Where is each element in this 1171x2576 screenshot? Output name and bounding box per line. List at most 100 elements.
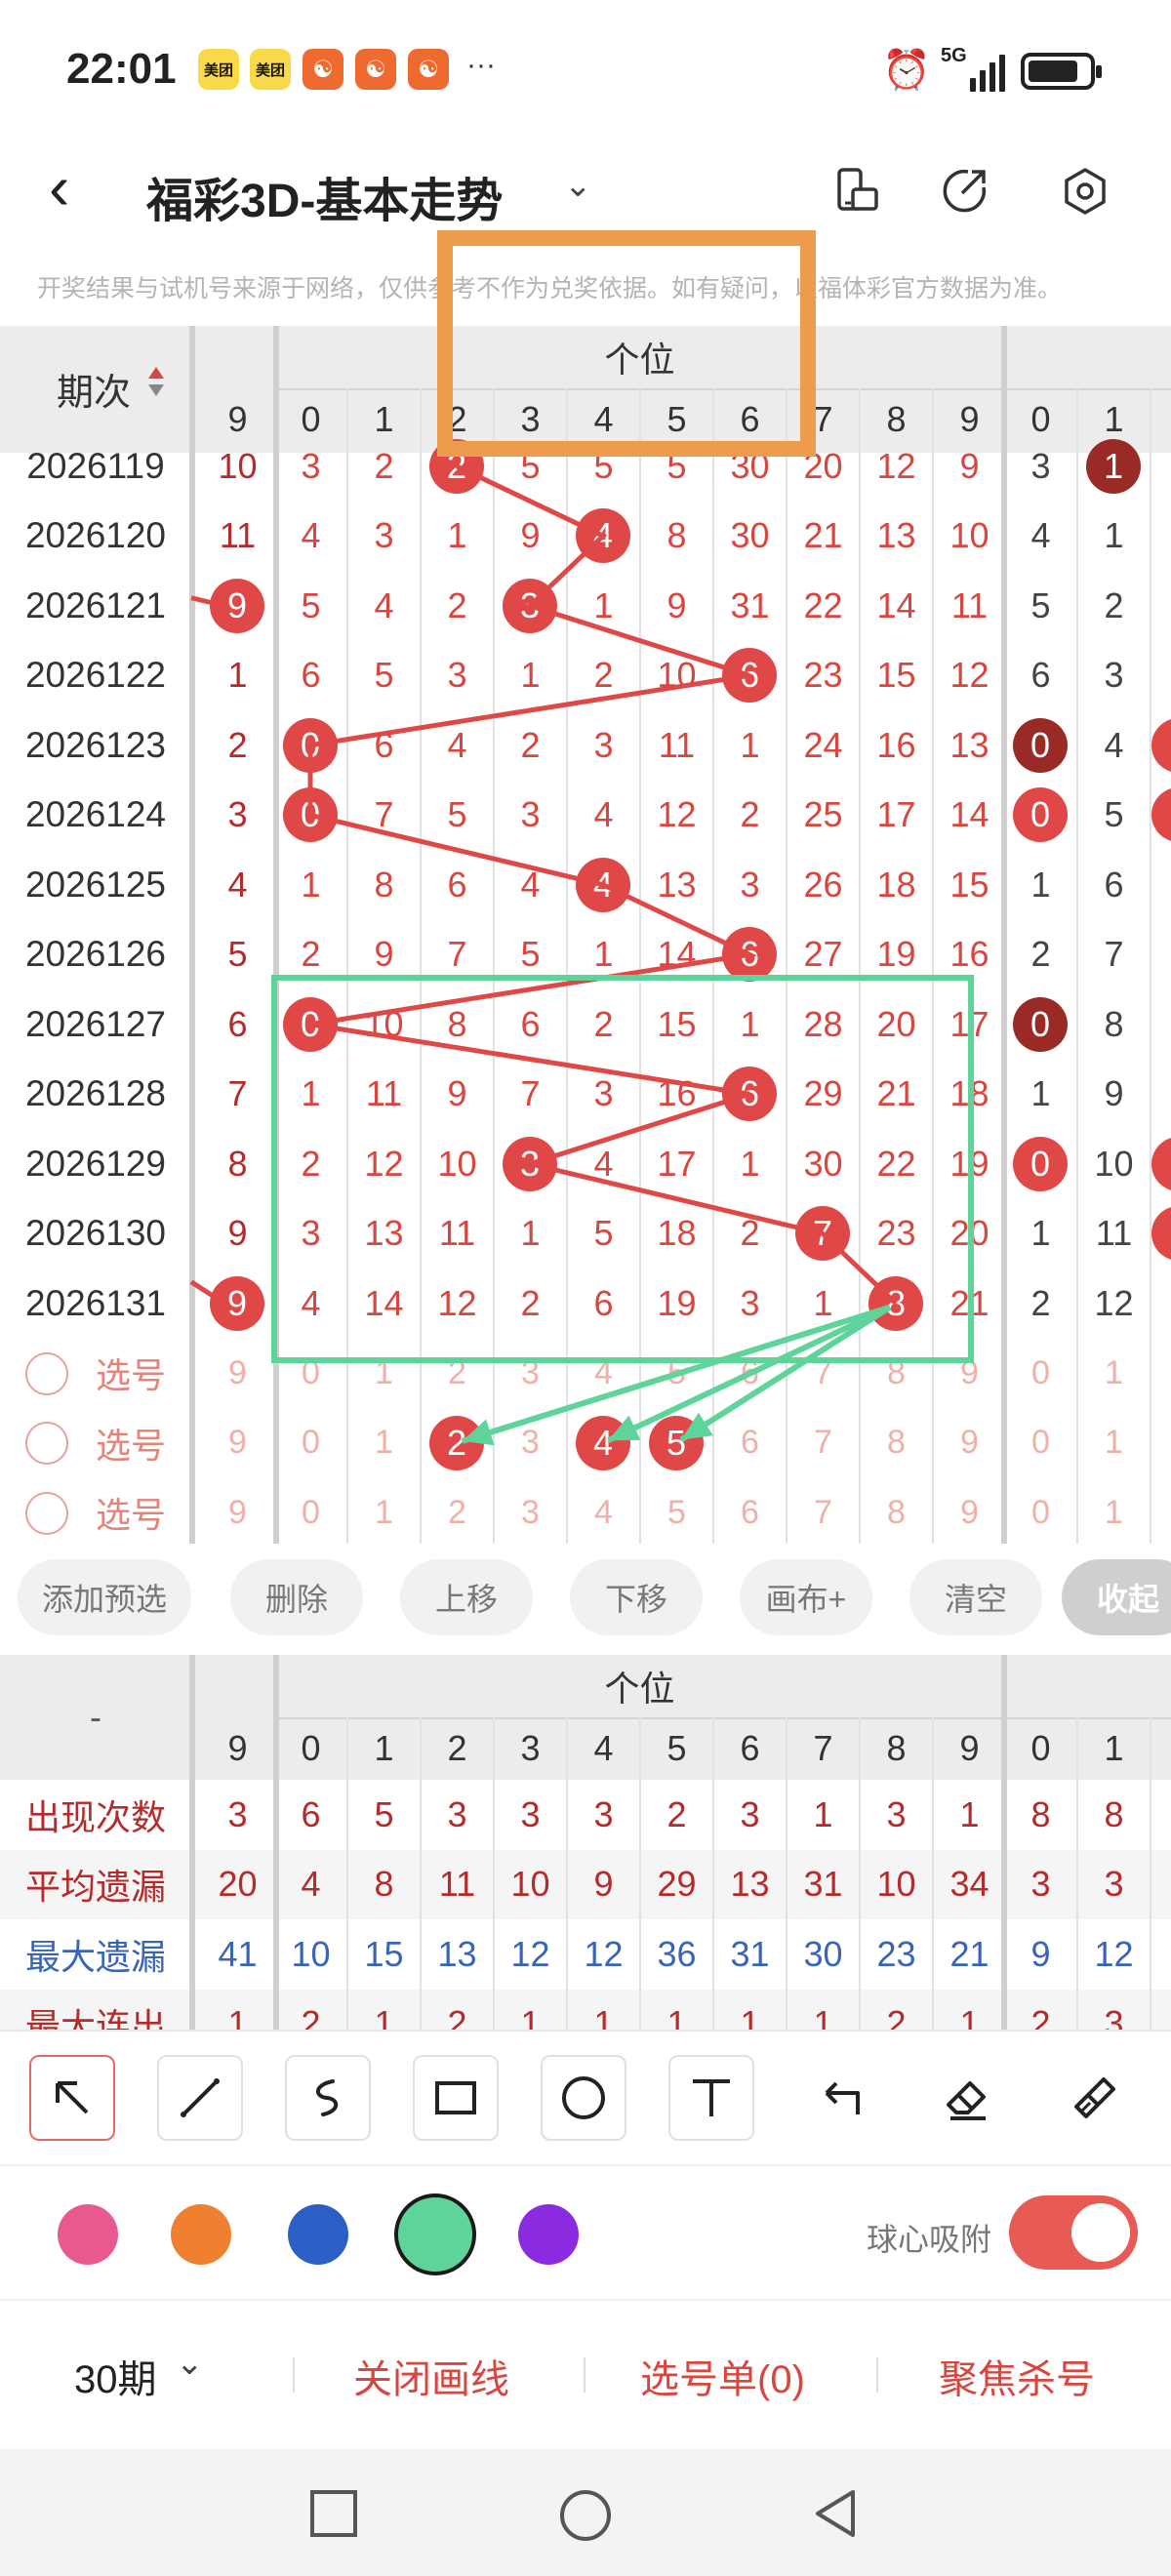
focus-kill-button[interactable]: 聚焦杀号 bbox=[939, 2348, 1095, 2404]
select-cell[interactable]: 1 bbox=[347, 1478, 421, 1545]
select-cell[interactable]: 1 bbox=[347, 1339, 421, 1409]
table-cell: 10 bbox=[949, 515, 989, 556]
select-cell[interactable]: 1 bbox=[1077, 1339, 1151, 1409]
chevron-down-icon[interactable]: ⌄ bbox=[176, 2344, 204, 2383]
circle-tool-icon[interactable] bbox=[541, 2055, 626, 2141]
grid-line bbox=[639, 388, 641, 1544]
select-cell[interactable]: 4 bbox=[567, 1478, 640, 1545]
color-swatch[interactable] bbox=[518, 2204, 579, 2265]
select-cell[interactable]: 9 bbox=[933, 1339, 1006, 1409]
table-cell: 21 bbox=[803, 515, 843, 556]
select-radio[interactable] bbox=[25, 1422, 68, 1465]
grid-line bbox=[786, 388, 787, 1544]
delete-button[interactable]: 删除 bbox=[230, 1559, 363, 1635]
table-cell: 5 bbox=[374, 655, 394, 696]
select-cell[interactable]: 0 bbox=[1004, 1478, 1077, 1545]
table-cell: 27 bbox=[803, 934, 843, 975]
table-cell: 18 bbox=[876, 864, 916, 905]
rotate-screen-icon[interactable] bbox=[828, 162, 886, 221]
select-cell[interactable]: 3 bbox=[494, 1408, 567, 1478]
select-radio[interactable] bbox=[25, 1491, 68, 1535]
stats-cell: 2 bbox=[666, 1793, 687, 1834]
share-icon[interactable] bbox=[935, 162, 993, 221]
select-cell[interactable]: 2 bbox=[421, 1478, 494, 1545]
chevron-down-icon[interactable]: ⌄ bbox=[564, 166, 592, 205]
select-cell[interactable]: 0 bbox=[274, 1478, 347, 1545]
add-preselect-button[interactable]: 添加预选 bbox=[18, 1559, 191, 1635]
select-cell[interactable]: 0 bbox=[1004, 1408, 1077, 1478]
rectangle-tool-icon[interactable] bbox=[413, 2055, 499, 2141]
recent-apps-icon[interactable] bbox=[308, 2488, 359, 2539]
select-cell[interactable]: 3 bbox=[494, 1339, 567, 1409]
table-cell: 2 bbox=[374, 445, 394, 486]
select-cell[interactable]: 6 bbox=[713, 1408, 787, 1478]
select-cell[interactable]: 1 bbox=[347, 1408, 421, 1478]
arrow-tool-icon[interactable] bbox=[29, 2055, 115, 2141]
select-cell[interactable]: 6 bbox=[713, 1339, 787, 1409]
home-icon[interactable] bbox=[558, 2488, 613, 2543]
select-cell[interactable]: 8 bbox=[860, 1408, 933, 1478]
page-title[interactable]: 福彩3D-基本走势 bbox=[146, 162, 503, 230]
select-cell[interactable]: 6 bbox=[713, 1478, 787, 1545]
pick-list-button[interactable]: 选号单(0) bbox=[640, 2348, 805, 2404]
clear-button[interactable]: 清空 bbox=[909, 1559, 1042, 1635]
collapse-button[interactable]: 收起 bbox=[1062, 1559, 1171, 1635]
stats-cell: 8 bbox=[1030, 1793, 1051, 1834]
back-nav-icon[interactable] bbox=[810, 2488, 861, 2539]
color-swatch[interactable] bbox=[288, 2204, 348, 2265]
table-cell: 8 bbox=[374, 864, 394, 905]
table-cell: 1 bbox=[227, 655, 248, 696]
select-cell[interactable]: 5 bbox=[640, 1478, 713, 1545]
select-cell[interactable]: 0 bbox=[274, 1408, 347, 1478]
undo-icon[interactable] bbox=[796, 2055, 882, 2141]
select-cell[interactable]: 7 bbox=[787, 1408, 860, 1478]
canvas-plus-button[interactable]: 画布+ bbox=[740, 1559, 872, 1635]
settings-icon[interactable] bbox=[1056, 162, 1114, 221]
table-cell: 4 bbox=[374, 584, 394, 625]
select-cell[interactable]: 1 bbox=[1077, 1408, 1151, 1478]
select-cell[interactable]: 2 bbox=[421, 1339, 494, 1409]
select-cell[interactable]: 8 bbox=[860, 1478, 933, 1545]
stats-cell: 3 bbox=[520, 1793, 541, 1834]
column-separator bbox=[1001, 1655, 1007, 2030]
brush-clear-icon[interactable] bbox=[1052, 2055, 1138, 2141]
sort-up-icon[interactable] bbox=[148, 367, 164, 379]
color-swatch[interactable] bbox=[171, 2204, 231, 2265]
table-cell: 10 bbox=[1094, 1143, 1134, 1184]
back-icon[interactable]: ‹ bbox=[49, 156, 69, 219]
eraser-icon[interactable] bbox=[924, 2055, 1010, 2141]
select-radio[interactable] bbox=[25, 1351, 68, 1395]
stats-cell: 1 bbox=[959, 1793, 980, 1834]
freehand-tool-icon[interactable] bbox=[285, 2055, 371, 2141]
color-swatch[interactable] bbox=[58, 2204, 118, 2265]
stats-row-label: 出现次数 bbox=[24, 1796, 166, 1837]
select-cell[interactable]: 9 bbox=[933, 1478, 1006, 1545]
issue-number: 2026120 bbox=[24, 515, 167, 556]
move-up-button[interactable]: 上移 bbox=[400, 1559, 533, 1635]
select-cell[interactable]: 9 bbox=[201, 1478, 274, 1545]
select-cell[interactable]: 8 bbox=[860, 1339, 933, 1409]
grid-line bbox=[859, 1717, 861, 2030]
select-cell[interactable]: 0 bbox=[1004, 1339, 1077, 1409]
close-lines-button[interactable]: 关闭画线 bbox=[353, 2348, 509, 2404]
select-cell[interactable]: 9 bbox=[201, 1408, 274, 1478]
text-tool-icon[interactable] bbox=[668, 2055, 754, 2141]
snap-toggle[interactable] bbox=[1009, 2195, 1138, 2270]
select-cell[interactable]: 3 bbox=[494, 1478, 567, 1545]
move-down-button[interactable]: 下移 bbox=[570, 1559, 703, 1635]
select-cell[interactable]: 7 bbox=[787, 1478, 860, 1545]
line-tool-icon[interactable] bbox=[157, 2055, 243, 2141]
select-cell[interactable]: 1 bbox=[1077, 1478, 1151, 1545]
period-select[interactable]: 30期 bbox=[74, 2348, 157, 2404]
color-swatch[interactable] bbox=[394, 2194, 476, 2275]
table-cell: 6 bbox=[1030, 655, 1051, 696]
select-cell[interactable]: 7 bbox=[787, 1339, 860, 1409]
select-cell[interactable]: 9 bbox=[933, 1408, 1006, 1478]
select-cell[interactable]: 0 bbox=[274, 1339, 347, 1409]
select-cell[interactable]: 9 bbox=[201, 1339, 274, 1409]
select-cell[interactable]: 4 bbox=[567, 1339, 640, 1409]
select-cell[interactable]: 5 bbox=[640, 1339, 713, 1409]
trend-table[interactable]: 个位期次901234567890120261191032255530201293… bbox=[0, 326, 1171, 1544]
stats-cell: 3 bbox=[1030, 1864, 1051, 1905]
table-cell: 4 bbox=[1030, 515, 1051, 556]
